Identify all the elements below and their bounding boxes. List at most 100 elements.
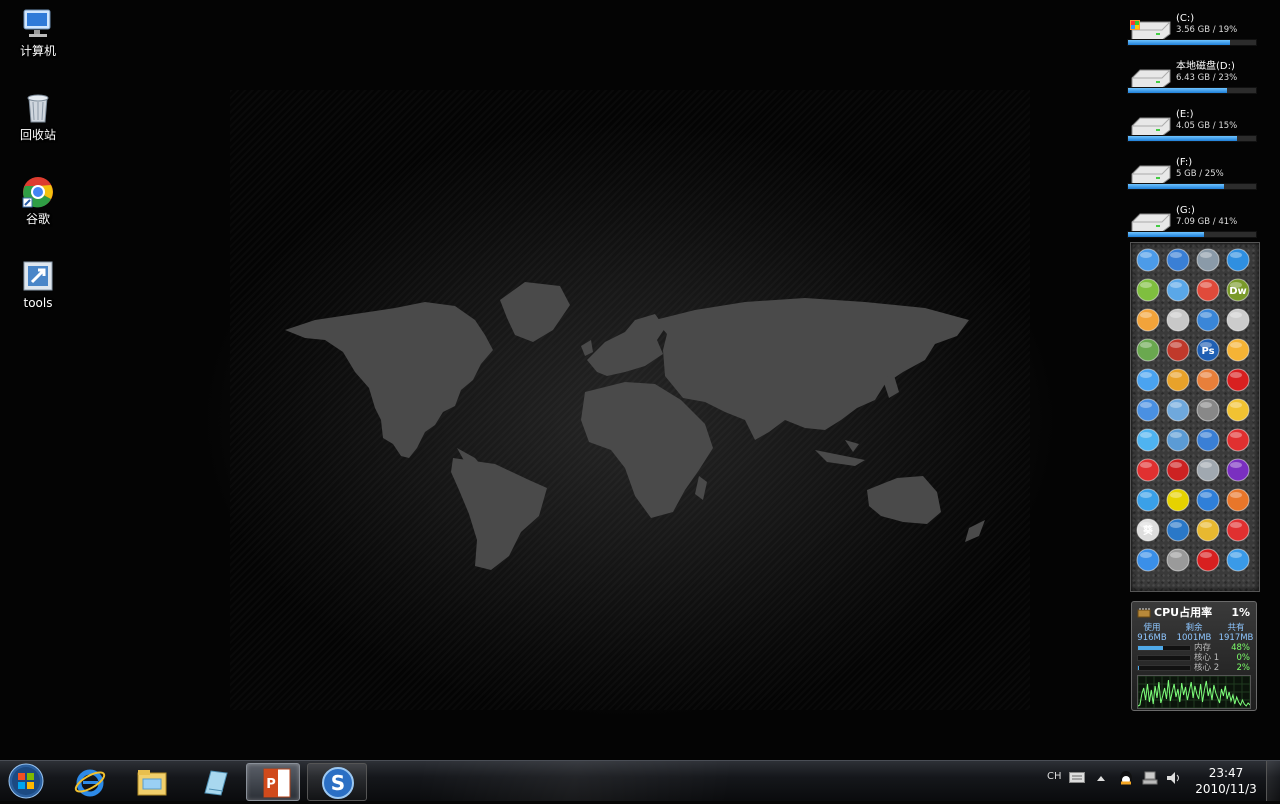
- drive-usage-fill: [1128, 136, 1237, 141]
- media-icon[interactable]: [1136, 308, 1160, 332]
- network-icon[interactable]: [1166, 398, 1190, 422]
- memory-label: 内存: [1194, 643, 1212, 653]
- package-icon[interactable]: [1136, 278, 1160, 302]
- eye-icon[interactable]: [1196, 278, 1220, 302]
- sogou-icon: S: [322, 767, 354, 799]
- firefox-icon[interactable]: [1226, 488, 1250, 512]
- windows-orb-icon: [8, 763, 44, 799]
- java-icon[interactable]: [1196, 368, 1220, 392]
- ie-icon[interactable]: [1166, 248, 1190, 272]
- chat-icon[interactable]: [1226, 338, 1250, 362]
- recycle-bin-icon: [27, 94, 49, 123]
- media-player-icon[interactable]: [1226, 458, 1250, 482]
- kui-icon[interactable]: 葵: [1136, 518, 1160, 542]
- taskbar-powerpoint[interactable]: P: [246, 763, 300, 801]
- start-button[interactable]: [5, 762, 47, 800]
- folder-icon[interactable]: [1166, 428, 1190, 452]
- desktop-icon-tools[interactable]: tools: [0, 258, 76, 310]
- pin-icon[interactable]: [1136, 338, 1160, 362]
- monitor-icon[interactable]: [1166, 278, 1190, 302]
- explorer-icon: [137, 770, 167, 796]
- gear-icon[interactable]: [1136, 488, 1160, 512]
- drive-name: 本地磁盘(D:): [1176, 61, 1235, 72]
- network-icon[interactable]: [1142, 771, 1158, 785]
- language-indicator[interactable]: CH: [1047, 771, 1062, 782]
- cpu-history-graph: [1137, 675, 1251, 709]
- shortcut-icon: [23, 261, 53, 291]
- butterfly-icon[interactable]: [1136, 428, 1160, 452]
- mem-value: 916MB: [1137, 633, 1167, 643]
- launcher-icon-grid: Dw Ps 葵: [1136, 248, 1250, 572]
- security-shield-icon[interactable]: [1226, 248, 1250, 272]
- red-splat-icon[interactable]: [1226, 428, 1250, 452]
- browser-icon[interactable]: [1226, 548, 1250, 572]
- settings-icon[interactable]: [1166, 548, 1190, 572]
- m-icon[interactable]: [1196, 548, 1220, 572]
- game-icon[interactable]: [1166, 458, 1190, 482]
- portrait-icon[interactable]: [1226, 308, 1250, 332]
- mem-value: 1917MB: [1218, 633, 1254, 643]
- volume-icon[interactable]: [1166, 771, 1182, 785]
- drive-usage-fill: [1128, 184, 1224, 189]
- remote-desktop-icon[interactable]: [1196, 458, 1220, 482]
- pen-icon[interactable]: [1196, 398, 1220, 422]
- cpu-title: CPU占用率: [1154, 606, 1213, 619]
- svg-text:P: P: [266, 777, 276, 792]
- desktop-icon-label: tools: [23, 296, 53, 310]
- drive-usage-bar: [1127, 39, 1257, 46]
- taskbar-explorer[interactable]: [122, 763, 180, 799]
- recycle-icon[interactable]: [1196, 248, 1220, 272]
- keyboard-icon[interactable]: [1069, 772, 1085, 784]
- core1-value: 0%: [1236, 653, 1251, 663]
- svg-text:Dw: Dw: [1229, 286, 1247, 297]
- taskbar-sogou[interactable]: S: [307, 763, 367, 801]
- show-hidden-icons-icon[interactable]: [1096, 774, 1106, 782]
- clock-date: 2010/11/3: [1195, 782, 1257, 796]
- taskbar-ie[interactable]: [60, 763, 118, 799]
- show-desktop-button[interactable]: [1266, 761, 1280, 801]
- drive-size: 7.09 GB / 41%: [1176, 217, 1238, 227]
- powerpoint-icon: P: [263, 768, 291, 798]
- clock[interactable]: 23:47 2010/11/3: [1195, 765, 1257, 797]
- drive-usage-fill: [1128, 40, 1231, 45]
- desktop-icon-label: 谷歌: [25, 212, 50, 226]
- window-icon[interactable]: [1166, 308, 1190, 332]
- control-panel-icon[interactable]: [1136, 248, 1160, 272]
- cpu-value: 1%: [1231, 606, 1250, 619]
- qq-tray-icon[interactable]: [1117, 770, 1135, 786]
- memory-bar-fill: [1138, 646, 1163, 650]
- red-splat-icon[interactable]: [1136, 458, 1160, 482]
- red-splat-icon[interactable]: [1226, 518, 1250, 542]
- star-burst-icon[interactable]: [1196, 428, 1220, 452]
- core1-bar: [1137, 655, 1191, 661]
- msn-icon[interactable]: [1136, 398, 1160, 422]
- opera-icon[interactable]: [1226, 368, 1250, 392]
- desktop-icon-chrome[interactable]: 谷歌: [0, 174, 76, 226]
- drive-d[interactable]: 本地磁盘(D:) 6.43 GB / 23%: [1126, 60, 1257, 104]
- desktop-icon-recycle-bin[interactable]: 回收站: [0, 90, 76, 142]
- taskbar-notes[interactable]: [184, 763, 242, 799]
- sogou-icon[interactable]: [1196, 488, 1220, 512]
- drive-name: (F:): [1176, 157, 1193, 168]
- mem-header: 共有: [1227, 623, 1245, 633]
- desktop-icon-computer[interactable]: 计算机: [0, 6, 76, 58]
- drive-c[interactable]: (C:) 3.56 GB / 19%: [1126, 12, 1257, 56]
- thunder-icon[interactable]: [1136, 548, 1160, 572]
- photoshop-icon[interactable]: Ps: [1196, 338, 1220, 362]
- drive-usage-bar: [1127, 183, 1257, 190]
- memory-value: 48%: [1231, 643, 1250, 653]
- dreamweaver-icon[interactable]: Dw: [1226, 278, 1250, 302]
- star-icon[interactable]: [1196, 518, 1220, 542]
- cpu-meter-gadget[interactable]: CPU占用率 1% 使用 剩余 共有 916MB 1001MB 1917MB 内…: [1131, 601, 1257, 711]
- ball-icon[interactable]: [1226, 398, 1250, 422]
- drive-e[interactable]: (E:) 4.05 GB / 15%: [1126, 108, 1257, 152]
- drive-f[interactable]: (F:) 5 GB / 25%: [1126, 156, 1257, 200]
- computer-icon: [23, 9, 51, 37]
- help-icon[interactable]: [1166, 338, 1190, 362]
- core2-bar-fill: [1138, 666, 1140, 670]
- radiation-icon[interactable]: [1166, 488, 1190, 512]
- qq-icon[interactable]: [1136, 368, 1160, 392]
- bird-icon[interactable]: [1196, 308, 1220, 332]
- qq-penguin-icon[interactable]: [1166, 368, 1190, 392]
- chart-icon[interactable]: [1166, 518, 1190, 542]
